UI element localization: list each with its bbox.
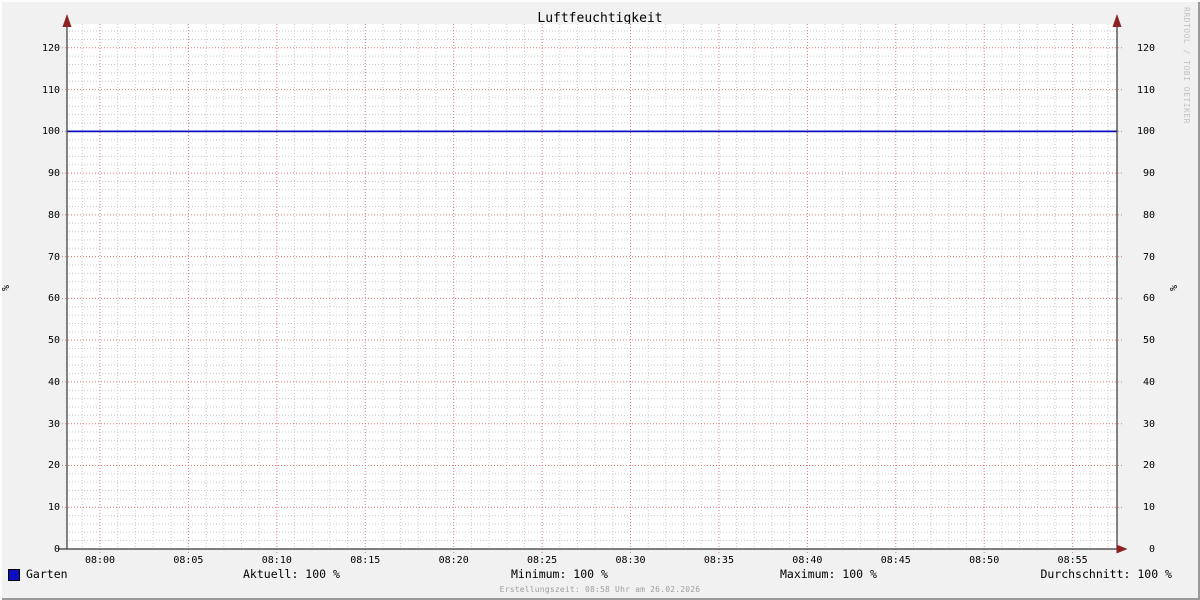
- y-axis-unit-left: %: [2, 285, 12, 291]
- y-axis-arrow-left: [63, 14, 72, 27]
- legend-row: Garten Aktuell: 100 % Minimum: 100 % Max…: [0, 568, 1200, 582]
- y-tick-label-left: 0: [14, 544, 60, 555]
- y-tick-label-right: 20: [1127, 460, 1155, 471]
- y-tick-label-right: 40: [1127, 377, 1155, 388]
- y-tick-label-left: 30: [14, 419, 60, 430]
- y-tick-label-left: 50: [14, 335, 60, 346]
- x-tick-label: 08:00: [78, 555, 122, 566]
- rrdtool-watermark: RRDTOOL / TOBI OETIKER: [1182, 7, 1191, 124]
- y-tick-label-right: 60: [1127, 293, 1155, 304]
- x-tick-label: 08:55: [1051, 555, 1095, 566]
- y-axis-unit-right: %: [1170, 285, 1180, 291]
- y-tick-label-left: 110: [14, 85, 60, 96]
- y-tick-label-right: 0: [1127, 544, 1155, 555]
- y-tick-label-left: 60: [14, 293, 60, 304]
- y-tick-label-left: 70: [14, 252, 60, 263]
- y-tick-label-left: 20: [14, 460, 60, 471]
- y-tick-label-left: 120: [14, 43, 60, 54]
- x-tick-label: 08:05: [166, 555, 210, 566]
- y-tick-label-left: 100: [14, 126, 60, 137]
- stat-minimum: Minimum: 100 %: [511, 568, 608, 581]
- y-tick-label-left: 10: [14, 502, 60, 513]
- y-tick-label-right: 100: [1127, 126, 1155, 137]
- y-tick-label-right: 70: [1127, 252, 1155, 263]
- y-tick-label-left: 40: [14, 377, 60, 388]
- series-label: Garten: [26, 568, 68, 581]
- grid-and-series-svg: [0, 0, 1200, 600]
- series-color-swatch: [8, 569, 20, 581]
- x-tick-label: 08:35: [697, 555, 741, 566]
- y-tick-label-right: 80: [1127, 210, 1155, 221]
- y-tick-label-right: 10: [1127, 502, 1155, 513]
- y-tick-label-right: 30: [1127, 419, 1155, 430]
- x-tick-label: 08:20: [432, 555, 476, 566]
- stat-aktuell: Aktuell: 100 %: [243, 568, 340, 581]
- x-tick-label: 08:10: [255, 555, 299, 566]
- stat-maximum: Maximum: 100 %: [780, 568, 877, 581]
- creation-time-note: Erstellungszeit: 08:58 Uhr am 26.02.2026: [0, 585, 1200, 594]
- x-tick-label: 08:45: [874, 555, 918, 566]
- x-axis-arrow: [1117, 545, 1128, 554]
- y-tick-label-right: 50: [1127, 335, 1155, 346]
- y-tick-label-left: 90: [14, 168, 60, 179]
- x-tick-label: 08:50: [962, 555, 1006, 566]
- y-tick-label-right: 110: [1127, 85, 1155, 96]
- y-tick-label-right: 120: [1127, 43, 1155, 54]
- x-tick-label: 08:30: [609, 555, 653, 566]
- y-axis-arrow-right: [1113, 14, 1122, 27]
- y-tick-label-right: 90: [1127, 168, 1155, 179]
- rrdtool-graph: Luftfeuchtigkeit 00101020203030404050506…: [0, 0, 1200, 600]
- x-tick-label: 08:40: [785, 555, 829, 566]
- stat-durchschnitt: Durchschnitt: 100 %: [1040, 568, 1172, 581]
- x-tick-label: 08:15: [343, 555, 387, 566]
- x-tick-label: 08:25: [520, 555, 564, 566]
- y-tick-label-left: 80: [14, 210, 60, 221]
